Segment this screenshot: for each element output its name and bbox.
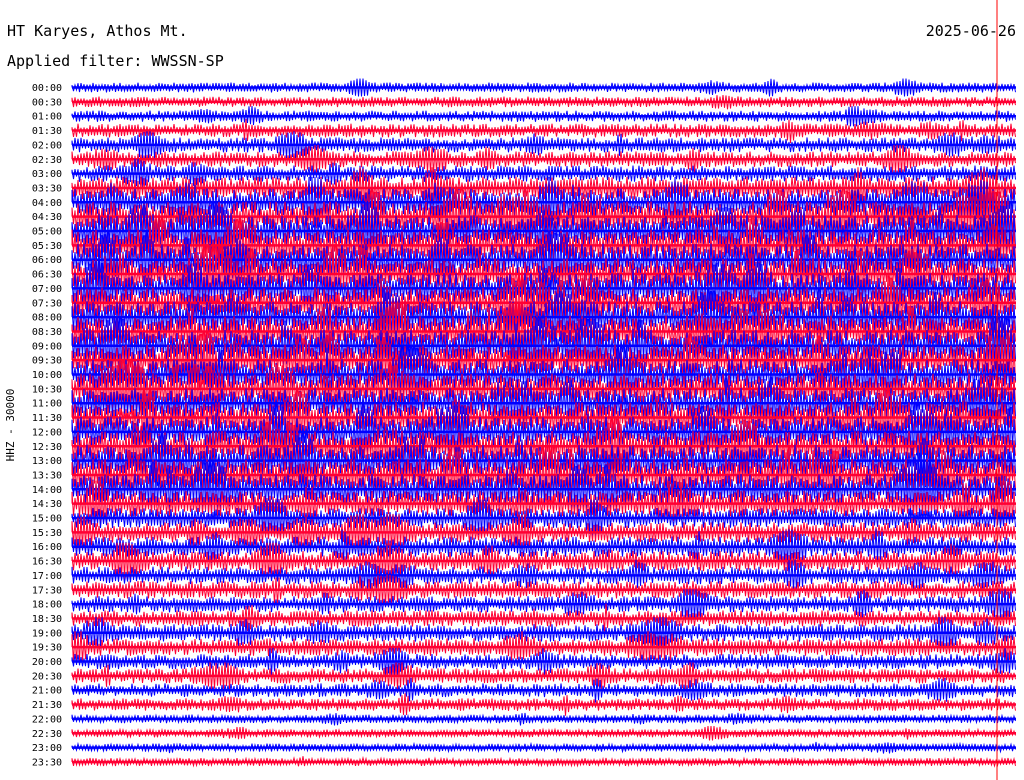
time-label: 09:30 xyxy=(32,356,62,367)
time-label: 20:00 xyxy=(32,657,62,668)
time-label: 21:30 xyxy=(32,700,62,711)
time-label: 02:00 xyxy=(32,140,62,151)
time-label: 16:00 xyxy=(32,542,62,553)
time-label: 00:00 xyxy=(32,83,62,94)
time-label: 04:30 xyxy=(32,212,62,223)
trace-layer xyxy=(71,78,1016,768)
time-label: 06:30 xyxy=(32,270,62,281)
time-label: 04:00 xyxy=(32,198,62,209)
helicorder-plot: 00:00 00:30 01:00 01:30 02:00 02:30 03:00 03:30… xyxy=(4,0,1016,780)
time-label: 15:00 xyxy=(32,514,62,525)
time-label: 01:30 xyxy=(32,126,62,137)
time-label: 09:00 xyxy=(32,341,62,352)
time-label: 01:00 xyxy=(32,112,62,123)
time-label: 03:30 xyxy=(32,183,62,194)
time-label: 13:00 xyxy=(32,456,62,467)
time-label: 10:30 xyxy=(32,384,62,395)
time-label: 19:30 xyxy=(32,643,62,654)
time-label: 22:00 xyxy=(32,714,62,725)
time-label: 17:00 xyxy=(32,571,62,582)
time-label: 18:00 xyxy=(32,600,62,611)
time-label: 17:30 xyxy=(32,585,62,596)
time-label-layer: 00:00 00:30 01:00 01:30 02:00 02:30 03:00 03:30… xyxy=(32,83,62,768)
time-label: 19:00 xyxy=(32,628,62,639)
time-label: 11:00 xyxy=(32,399,62,410)
time-label: 18:30 xyxy=(32,614,62,625)
time-label: 21:00 xyxy=(32,686,62,697)
time-label: 10:00 xyxy=(32,370,62,381)
time-label: 15:30 xyxy=(32,528,62,539)
time-label: 02:30 xyxy=(32,155,62,166)
time-label: 12:30 xyxy=(32,442,62,453)
time-label: 12:00 xyxy=(32,427,62,438)
time-label: 20:30 xyxy=(32,671,62,682)
helicorder-page: HT Karyes, Athos Mt. 2025-06-26 Applied … xyxy=(0,0,1024,780)
channel-label: HHZ - 30000 xyxy=(4,389,17,462)
time-label: 06:00 xyxy=(32,255,62,266)
time-label: 03:00 xyxy=(32,169,62,180)
time-label: 08:00 xyxy=(32,313,62,324)
time-label: 05:00 xyxy=(32,227,62,238)
time-label: 14:30 xyxy=(32,499,62,510)
time-label: 07:00 xyxy=(32,284,62,295)
time-label: 08:30 xyxy=(32,327,62,338)
time-label: 14:00 xyxy=(32,485,62,496)
time-label: 00:30 xyxy=(32,97,62,108)
time-label: 11:30 xyxy=(32,413,62,424)
time-label: 22:30 xyxy=(32,729,62,740)
time-label: 13:30 xyxy=(32,470,62,481)
time-label: 07:30 xyxy=(32,298,62,309)
time-label: 05:30 xyxy=(32,241,62,252)
time-label: 16:30 xyxy=(32,557,62,568)
time-label: 23:00 xyxy=(32,743,62,754)
time-label: 23:30 xyxy=(32,757,62,768)
